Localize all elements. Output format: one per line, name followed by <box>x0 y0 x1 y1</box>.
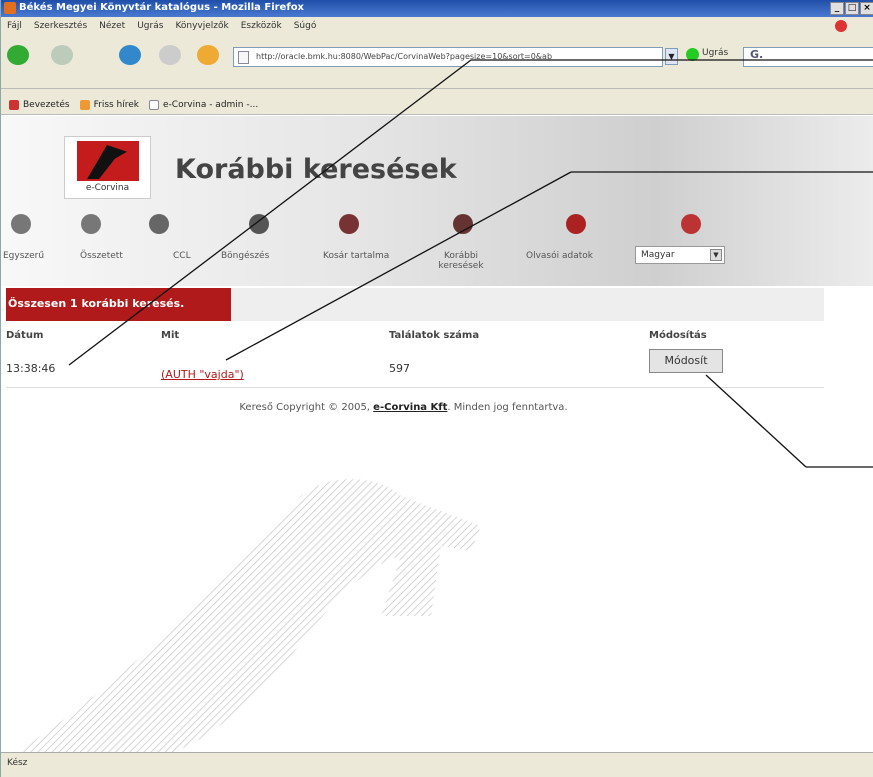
summary-bar: Összesen 1 korábbi keresés. <box>6 288 824 321</box>
row-date: 13:38:46 <box>6 362 56 375</box>
menu-go[interactable]: Ugrás <box>137 21 163 37</box>
footer: Kereső Copyright © 2005, e-Corvina Kft. … <box>1 402 806 413</box>
raven-watermark-icon <box>17 479 481 752</box>
menu-bookmarks[interactable]: Könyvjelzők <box>175 21 228 37</box>
stop-indicator-icon <box>835 20 847 32</box>
bookmark-icon <box>9 99 19 110</box>
minimize-button[interactable]: _ <box>830 2 844 15</box>
page-icon <box>238 51 249 64</box>
browser-window: Békés Megyei Könyvtár katalógus - Mozill… <box>0 0 873 777</box>
row-query-link[interactable]: (AUTH "vajda") <box>161 368 244 381</box>
column-header-modify: Módosítás <box>649 330 707 341</box>
history-book-icon[interactable] <box>453 214 473 234</box>
go-label: Ugrás <box>702 48 729 58</box>
title-bar: Békés Megyei Könyvtár katalógus - Mozill… <box>1 0 873 17</box>
url-field[interactable]: http://oracle.bmk.hu:8080/WebPac/Corvina… <box>233 47 663 67</box>
nav-reader-data[interactable]: Olvasói adatok <box>526 251 593 261</box>
bookmarks-toolbar: Bevezetés Friss hírek e-Corvina - admin … <box>1 89 873 115</box>
site-header: e-Corvina Korábbi keresések Egyszerű Öss… <box>1 116 873 286</box>
navigation-toolbar: http://oracle.bmk.hu:8080/WebPac/Corvina… <box>1 37 873 89</box>
basket-icon[interactable] <box>339 214 359 234</box>
nav-previous-searches[interactable]: Korábbi keresések <box>431 251 491 271</box>
bookmark-item[interactable]: Bevezetés <box>9 95 70 114</box>
magnifier-icon[interactable] <box>11 214 31 234</box>
go-icon <box>686 48 699 61</box>
row-hits: 597 <box>389 362 410 375</box>
row-divider <box>6 387 824 388</box>
search-input[interactable]: G. <box>743 47 873 67</box>
column-header-hits: Találatok száma <box>389 330 480 341</box>
language-value: Magyar <box>641 250 675 260</box>
menu-help[interactable]: Súgó <box>294 21 317 37</box>
bookmark-item[interactable]: e-Corvina - admin -... <box>149 95 258 114</box>
nav-icon-row <box>1 214 741 244</box>
bookmark-item[interactable]: Friss hírek <box>79 95 139 114</box>
funnel-icon[interactable] <box>149 214 169 234</box>
logo-text: e-Corvina <box>85 183 130 193</box>
maximize-button[interactable]: □ <box>845 2 859 15</box>
url-dropdown-chevron-down-icon[interactable]: ▼ <box>665 48 678 65</box>
url-text: http://oracle.bmk.hu:8080/WebPac/Corvina… <box>256 52 553 61</box>
page-icon <box>149 99 160 110</box>
column-header-date: Dátum <box>6 330 44 341</box>
menu-view[interactable]: Nézet <box>99 21 125 37</box>
footer-company-link[interactable]: e-Corvina Kft <box>373 402 447 413</box>
language-select[interactable]: Magyar ▼ <box>635 246 725 264</box>
reload-icon[interactable] <box>119 45 141 65</box>
home-icon[interactable] <box>197 45 219 65</box>
menu-bar: Fájl Szerkesztés Nézet Ugrás Könyvjelzők… <box>1 17 873 37</box>
main-navigation: Egyszerű Összetett CCL Böngészés Kosár t… <box>1 246 873 286</box>
reader-icon[interactable] <box>566 214 586 234</box>
back-arrow-icon[interactable] <box>7 45 29 65</box>
book-browse-icon[interactable] <box>249 214 269 234</box>
modify-button[interactable]: Módosít <box>649 349 723 373</box>
nav-basket[interactable]: Kosár tartalma <box>323 251 389 261</box>
window-title: Békés Megyei Könyvtár katalógus - Mozill… <box>19 2 305 13</box>
e-corvina-logo[interactable]: e-Corvina <box>64 136 151 199</box>
go-button[interactable]: Ugrás <box>686 48 729 61</box>
menu-edit[interactable]: Szerkesztés <box>34 21 87 37</box>
window-controls: _ □ × <box>830 2 873 15</box>
status-bar: Kész <box>1 752 873 777</box>
nav-ccl[interactable]: CCL <box>173 251 191 261</box>
stop-icon[interactable] <box>159 45 181 65</box>
nav-advanced[interactable]: Összetett <box>80 251 123 261</box>
firefox-icon <box>4 2 16 14</box>
footer-text-after: . Minden jog fenntartva. <box>447 402 568 413</box>
menu-tools[interactable]: Eszközök <box>241 21 282 37</box>
close-button[interactable]: × <box>860 2 873 15</box>
column-header-query: Mit <box>161 330 180 341</box>
nav-browse[interactable]: Böngészés <box>221 251 269 261</box>
summary-message: Összesen 1 korábbi keresés. <box>6 288 231 321</box>
menu-file[interactable]: Fájl <box>7 21 22 37</box>
zoom-magnifier-icon[interactable] <box>81 214 101 234</box>
language-icon[interactable] <box>681 214 701 234</box>
page-content: e-Corvina Korábbi keresések Egyszerű Öss… <box>1 116 873 752</box>
forward-arrow-icon[interactable] <box>51 45 73 65</box>
chevron-down-icon: ▼ <box>710 249 722 261</box>
nav-simple[interactable]: Egyszerű <box>3 251 44 261</box>
footer-text-before: Kereső Copyright © 2005, <box>239 402 374 413</box>
rss-icon <box>79 99 90 110</box>
page-title: Korábbi keresések <box>175 154 457 185</box>
